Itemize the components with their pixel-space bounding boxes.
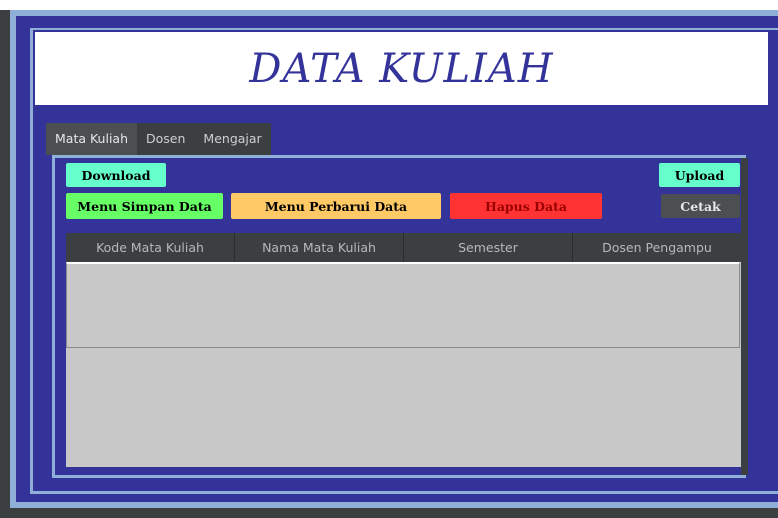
hapus-data-button[interactable]: Hapus Data: [450, 193, 602, 219]
tab-bar: Mata Kuliah Dosen Mengajar: [46, 123, 271, 155]
cetak-button[interactable]: Cetak: [661, 194, 740, 218]
table-header: Kode Mata Kuliah Nama Mata Kuliah Semest…: [66, 233, 741, 262]
column-header-nama[interactable]: Nama Mata Kuliah: [235, 233, 404, 262]
tab-mata-kuliah[interactable]: Mata Kuliah: [46, 123, 138, 155]
download-button[interactable]: Download: [66, 163, 166, 187]
column-header-dosen[interactable]: Dosen Pengampu: [573, 233, 741, 262]
column-header-kode[interactable]: Kode Mata Kuliah: [66, 233, 235, 262]
tab-mengajar[interactable]: Mengajar: [194, 123, 271, 155]
tab-dosen[interactable]: Dosen: [137, 123, 195, 155]
content-edge: [741, 158, 748, 475]
column-header-semester[interactable]: Semester: [404, 233, 573, 262]
simpan-data-button[interactable]: Menu Simpan Data: [66, 193, 223, 219]
upload-button[interactable]: Upload: [659, 163, 740, 187]
page-title: DATA KULIAH: [249, 45, 554, 92]
table-body[interactable]: [66, 262, 740, 348]
title-banner: DATA KULIAH: [35, 32, 768, 105]
perbarui-data-button[interactable]: Menu Perbarui Data: [231, 193, 441, 219]
